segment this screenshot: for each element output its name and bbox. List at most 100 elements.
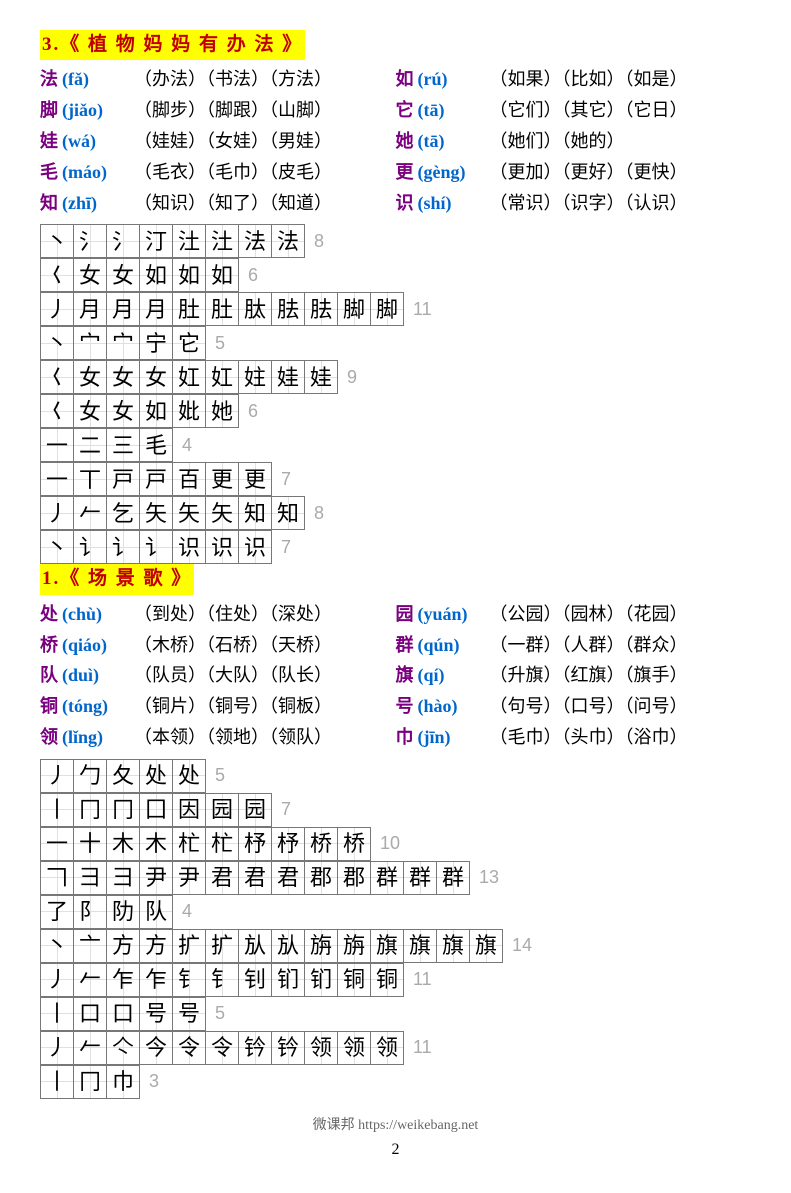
- stroke-cell: 杼: [238, 827, 272, 861]
- vocab-pinyin: (zhī): [62, 189, 134, 218]
- stroke-cell: 知: [271, 496, 305, 530]
- stroke-row: 丶讠讠讠识识识7: [40, 530, 751, 564]
- stroke-cell: 队: [139, 895, 173, 929]
- stroke-cell: 乞: [106, 496, 140, 530]
- stroke-row: 一二三毛4: [40, 428, 751, 462]
- vocab-pinyin: (tóng): [62, 692, 134, 721]
- stroke-cell: 郡: [337, 861, 371, 895]
- stroke-row: 𡿨女女如妣她6: [40, 394, 751, 428]
- vocab-char: 毛: [40, 158, 62, 187]
- stroke-count: 4: [182, 897, 192, 926]
- stroke-cell: 彐: [106, 861, 140, 895]
- stroke-cell: 郡: [304, 861, 338, 895]
- stroke-cell: 处: [139, 759, 173, 793]
- stroke-row: 一十木木杧杧杼杼桥桥10: [40, 827, 751, 861]
- stroke-cell: 女: [73, 394, 107, 428]
- stroke-count: 13: [479, 863, 499, 892]
- stroke-cell: 旗: [370, 929, 404, 963]
- vocab-row: 知(zhī)（知识）（知了）（知道）: [40, 189, 396, 218]
- stroke-cell: 宀: [73, 326, 107, 360]
- stroke-cell: 令: [205, 1031, 239, 1065]
- vocab-pinyin: (qiáo): [62, 631, 134, 660]
- stroke-cell: 亽: [106, 1031, 140, 1065]
- stroke-cell: 娃: [271, 360, 305, 394]
- stroke-cell: 一: [40, 428, 74, 462]
- stroke-cell: 钊: [238, 963, 272, 997]
- vocab-words: （脚步）（脚跟）（山脚）: [134, 96, 332, 125]
- stroke-cell: 杧: [172, 827, 206, 861]
- stroke-cell: 女: [139, 360, 173, 394]
- stroke-cell: 月: [73, 292, 107, 326]
- section-title: 1.《 场 景 歌 》: [40, 564, 194, 594]
- stroke-cell: 她: [205, 394, 239, 428]
- stroke-cell: 方: [139, 929, 173, 963]
- stroke-cell: 妵: [238, 360, 272, 394]
- vocab-char: 旗: [396, 661, 418, 690]
- vocab-char: 如: [396, 65, 418, 94]
- stroke-row: 丿月月月肚肚肽胠胠脚脚11: [40, 292, 751, 326]
- stroke-count: 14: [512, 931, 532, 960]
- stroke-cell: 领: [304, 1031, 338, 1065]
- vocab-row: 巾 (jīn)（毛巾）（头巾）（浴巾）: [396, 723, 752, 752]
- vocab-pinyin: (duì): [62, 661, 134, 690]
- stroke-cell: 夂: [106, 759, 140, 793]
- stroke-cell: 丨: [40, 793, 74, 827]
- stroke-cell: 女: [106, 394, 140, 428]
- vocab-char: 领: [40, 723, 62, 752]
- stroke-cell: 旃: [337, 929, 371, 963]
- vocab-words: （它们）（其它）（它日）: [490, 96, 688, 125]
- stroke-cell: 宀: [106, 326, 140, 360]
- stroke-cell: 丿: [40, 1031, 74, 1065]
- stroke-cell: 君: [271, 861, 305, 895]
- vocab-words: （她们）（她的）: [490, 127, 625, 156]
- stroke-cell: 如: [172, 258, 206, 292]
- vocab-words: （句号）（口号）（问号）: [490, 692, 688, 721]
- stroke-cell: 𡿨: [40, 394, 74, 428]
- vocab-row: 它(tā)（它们）（其它）（它日）: [396, 96, 752, 125]
- stroke-cell: 铜: [370, 963, 404, 997]
- stroke-cell: 钤: [238, 1031, 272, 1065]
- vocab-row: 毛(máo)（毛衣）（毛巾）（皮毛）: [40, 158, 396, 187]
- stroke-cell: 号: [172, 997, 206, 1031]
- vocab-words: （办法）（书法）（方法）: [134, 65, 332, 94]
- vocab-row: 领(lǐng)（本领）（领地）（领队）: [40, 723, 396, 752]
- stroke-cell: 口: [106, 997, 140, 1031]
- stroke-cell: 旃: [304, 929, 338, 963]
- stroke-cell: 宁: [139, 326, 173, 360]
- vocab-words: （木桥）（石桥）（天桥）: [134, 631, 332, 660]
- stroke-cell: 𠂉: [73, 1031, 107, 1065]
- stroke-cell: 扩: [205, 929, 239, 963]
- stroke-cell: 讠: [73, 530, 107, 564]
- stroke-cell: 了: [40, 895, 74, 929]
- stroke-cell: 阞: [106, 895, 140, 929]
- stroke-cell: 识: [205, 530, 239, 564]
- vocab-pinyin: (qún): [418, 631, 490, 660]
- stroke-cell: 女: [106, 258, 140, 292]
- stroke-cell: 亠: [73, 929, 107, 963]
- stroke-cell: 丿: [40, 963, 74, 997]
- vocab-pinyin: (chù): [62, 600, 134, 629]
- stroke-cell: 丅: [73, 462, 107, 496]
- vocab-words: （常识）（识字）（认识）: [490, 189, 688, 218]
- stroke-cell: 戸: [106, 462, 140, 496]
- stroke-cell: 旗: [403, 929, 437, 963]
- stroke-count: 11: [413, 1033, 432, 1062]
- vocab-char: 群: [396, 631, 418, 660]
- stroke-cell: 钔: [271, 963, 305, 997]
- stroke-cell: 一: [40, 827, 74, 861]
- vocab-words: （队员）（大队）（队长）: [134, 661, 332, 690]
- stroke-count: 7: [281, 533, 291, 562]
- stroke-row: 一丅戸戸百更更7: [40, 462, 751, 496]
- stroke-row: 丶氵氵汀汢汢法法8: [40, 224, 751, 258]
- stroke-row: 丨口口号号5: [40, 997, 751, 1031]
- stroke-cell: 脚: [337, 292, 371, 326]
- vocab-char: 更: [396, 158, 418, 187]
- stroke-cell: 桥: [304, 827, 338, 861]
- stroke-count: 9: [347, 363, 357, 392]
- stroke-cell: 方: [106, 929, 140, 963]
- vocab-char: 娃: [40, 127, 62, 156]
- vocab-char: 知: [40, 189, 62, 218]
- stroke-cell: 今: [139, 1031, 173, 1065]
- vocab-words: （如果）（比如）（如是）: [490, 65, 688, 94]
- stroke-cell: 群: [370, 861, 404, 895]
